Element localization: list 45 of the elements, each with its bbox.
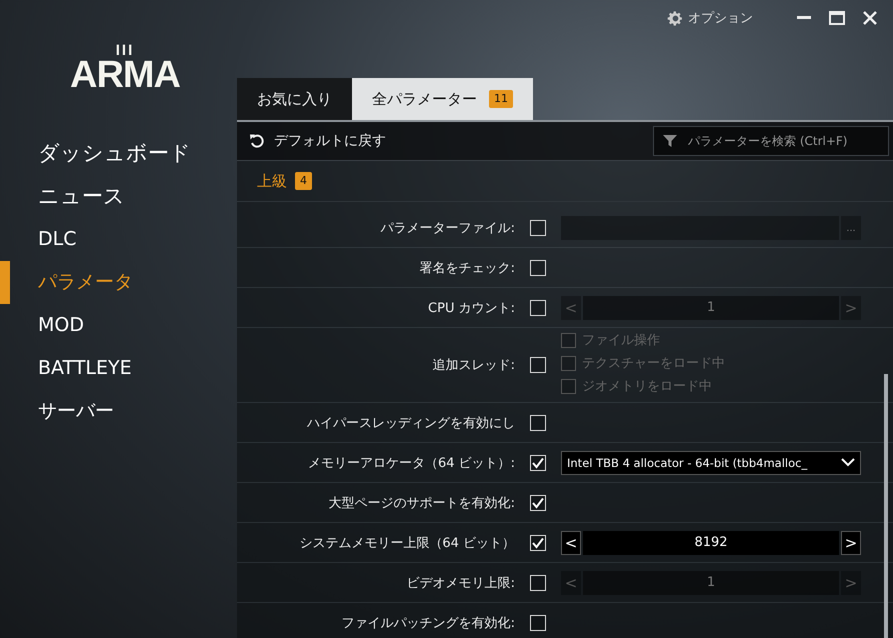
sidebar-item[interactable]: ニュース <box>0 175 237 218</box>
chevron-down-icon <box>841 458 855 467</box>
option-label: テクスチャーをロード中 <box>582 355 725 372</box>
checkbox[interactable] <box>561 356 576 370</box>
game-logo: III ARMA <box>69 44 181 94</box>
checkbox[interactable] <box>561 332 576 348</box>
parameter-label: 署名をチェック: <box>420 260 515 276</box>
parameter-label: ビデオメモリ上限: <box>406 574 515 592</box>
count-badge: 4 <box>295 172 312 190</box>
reset-icon <box>249 133 265 149</box>
gear-icon <box>667 10 684 26</box>
parameter-label: ファイルパッチングを有効化: <box>342 614 515 632</box>
tab[interactable]: お気に入り <box>237 78 352 120</box>
scrollbar[interactable] <box>884 374 888 638</box>
increment-button[interactable]: > <box>841 530 861 554</box>
sidebar-item[interactable]: BATTLEYE <box>0 347 237 390</box>
tab[interactable]: 全パラメーター 11 <box>352 78 533 120</box>
sidebar-item[interactable]: パラメータ <box>0 261 237 304</box>
parameter-label: メモリーアロケータ（64 ビット）: <box>308 454 515 472</box>
maximize-icon[interactable] <box>829 11 845 25</box>
sidebar-item[interactable]: MOD <box>0 304 237 347</box>
option-label: ファイル操作 <box>582 332 660 349</box>
search-field[interactable]: パラメーターを検索 (Ctrl+F) <box>653 126 889 156</box>
browse-button[interactable]: ... <box>841 216 861 240</box>
parameter-label: 大型ページのサポートを有効化: <box>328 494 515 512</box>
filter-icon <box>663 134 677 148</box>
sidebar-item[interactable]: サーバー <box>0 390 237 433</box>
close-icon[interactable] <box>863 11 877 25</box>
checkbox[interactable] <box>561 378 576 394</box>
parameter-label: 追加スレッド: <box>432 357 515 374</box>
sidebar-item[interactable]: DLC <box>0 218 237 261</box>
number-field[interactable]: 8192 <box>583 530 839 554</box>
number-field[interactable]: 1 <box>583 570 839 594</box>
reset-defaults-button[interactable]: デフォルトに戻す <box>249 132 386 150</box>
section-title: 上級 <box>257 172 287 190</box>
parameter-label: ハイパースレッディングを有効にし <box>307 414 515 432</box>
options-button[interactable]: オプション <box>667 9 753 27</box>
parameter-label: CPU カウント: <box>428 300 515 316</box>
parameter-label: パラメーターファイル: <box>380 220 515 236</box>
parameter-label: システムメモリー上限（64 ビット） <box>299 534 515 552</box>
dropdown[interactable]: Intel TBB 4 allocator - 64-bit (tbb4malloc_ <box>561 450 861 474</box>
decrement-button[interactable]: < <box>561 530 581 554</box>
sidebar-item[interactable]: ダッシュボード <box>0 132 237 175</box>
option-label: ジオメトリをロード中 <box>582 378 712 395</box>
number-field[interactable]: 1 <box>583 296 839 320</box>
